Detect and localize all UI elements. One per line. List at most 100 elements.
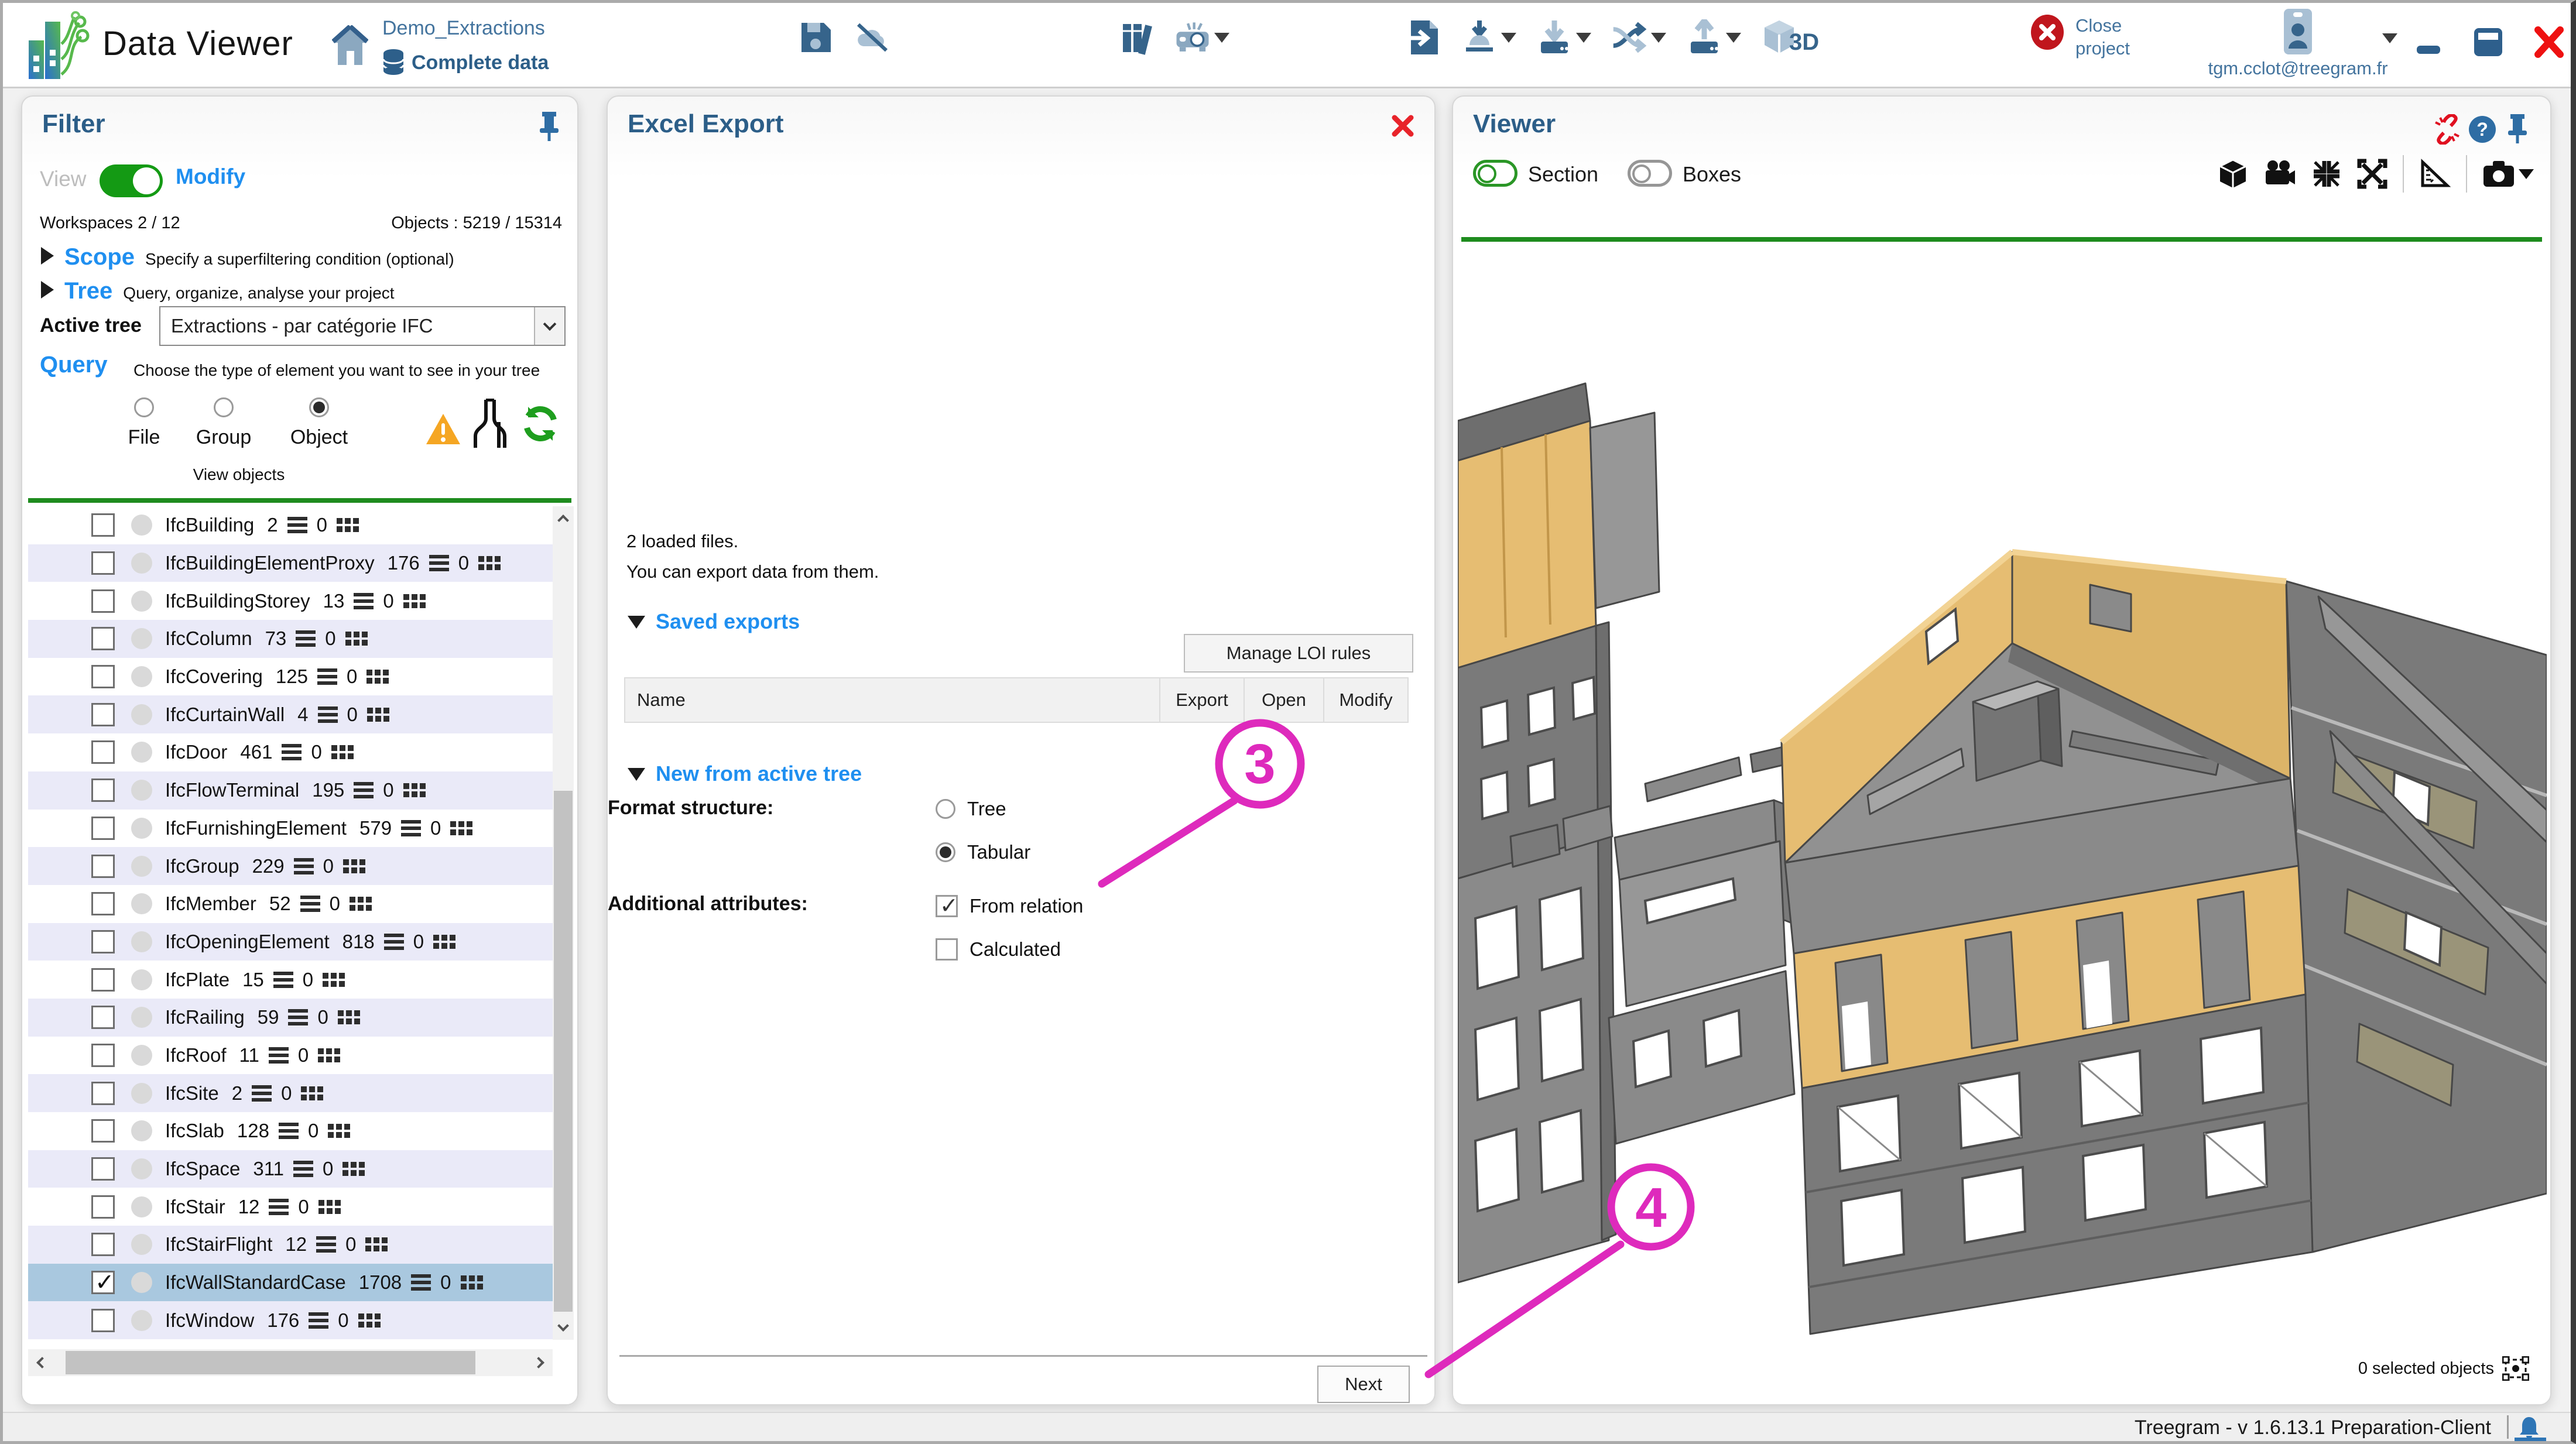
tree-item-row[interactable]: IfcWindow 176 0 — [28, 1301, 553, 1339]
grid-details-icon[interactable] — [338, 1010, 344, 1016]
tree-link[interactable]: Tree — [64, 278, 112, 304]
list-details-icon[interactable] — [317, 668, 337, 685]
active-tree-select[interactable]: Extractions - par catégorie IFC — [159, 306, 566, 346]
from-relation-option[interactable]: From relation — [936, 895, 1083, 917]
radio-object[interactable]: Object — [287, 397, 351, 449]
saved-exports-section[interactable]: Saved exports — [628, 609, 800, 634]
tree-item-checkbox[interactable] — [91, 778, 115, 802]
grid-details-icon[interactable] — [343, 859, 349, 865]
format-tabular-option[interactable]: Tabular — [936, 841, 1030, 863]
tree-item-row[interactable]: IfcRoof 11 0 — [28, 1037, 553, 1075]
tree-item-checkbox[interactable] — [91, 740, 115, 764]
column-name[interactable]: Name — [625, 678, 1160, 722]
grid-details-icon[interactable] — [433, 935, 439, 941]
collapse-arrow-icon[interactable] — [628, 616, 645, 629]
grid-details-icon[interactable] — [345, 632, 351, 637]
list-details-icon[interactable] — [354, 782, 374, 798]
grid-details-icon[interactable] — [365, 1237, 371, 1243]
scope-link[interactable]: Scope — [64, 244, 135, 270]
tree-item-row[interactable]: IfcStair 12 0 — [28, 1188, 553, 1226]
tree-item-row[interactable]: IfcFurnishingElement 579 0 — [28, 810, 553, 848]
tree-item-checkbox[interactable] — [91, 968, 115, 992]
pin-icon[interactable] — [536, 111, 562, 141]
download-menu[interactable] — [1536, 19, 1591, 56]
list-details-icon[interactable] — [282, 744, 302, 760]
tree-item-checkbox[interactable] — [91, 1157, 115, 1181]
list-details-icon[interactable] — [318, 706, 338, 723]
calculated-checkbox[interactable] — [936, 938, 958, 961]
manage-loi-rules-button[interactable]: Manage LOI rules — [1184, 634, 1413, 673]
from-relation-checkbox[interactable] — [936, 895, 958, 917]
tree-item-checkbox[interactable] — [91, 1309, 115, 1332]
projector-menu[interactable] — [1174, 19, 1229, 56]
list-details-icon[interactable] — [279, 1123, 299, 1139]
new-from-tree-link[interactable]: New from active tree — [656, 762, 862, 786]
grid-details-icon[interactable] — [331, 745, 337, 751]
tree-item-checkbox[interactable] — [91, 551, 115, 575]
vertical-scrollbar[interactable] — [553, 506, 574, 1340]
refresh-icon[interactable] — [521, 404, 560, 443]
home-icon[interactable] — [332, 25, 368, 66]
tree-item-checkbox[interactable] — [91, 817, 115, 840]
tree-item-row[interactable]: IfcPlate 15 0 — [28, 961, 553, 999]
list-details-icon[interactable] — [300, 896, 320, 912]
radio-group[interactable]: Group — [194, 397, 253, 449]
3d-model-view[interactable] — [1458, 245, 2547, 1375]
unlink-icon[interactable] — [2432, 114, 2462, 145]
list-details-icon[interactable] — [411, 1274, 431, 1291]
tree-item-checkbox[interactable] — [91, 513, 115, 537]
horizontal-scrollbar[interactable] — [28, 1349, 553, 1376]
tree-item-row[interactable]: IfcSpace 311 0 — [28, 1150, 553, 1188]
tree-item-checkbox[interactable] — [91, 589, 115, 613]
tabular-format-radio-icon[interactable] — [936, 842, 955, 862]
tree-item-row[interactable]: IfcBuilding 2 0 — [28, 506, 553, 544]
transfer-menu[interactable] — [1611, 19, 1666, 56]
cube-view-icon[interactable] — [2218, 159, 2248, 189]
grid-details-icon[interactable] — [367, 708, 373, 714]
new-from-tree-section[interactable]: New from active tree — [628, 762, 862, 786]
tree-item-checkbox[interactable] — [91, 627, 115, 650]
tree-item-checkbox[interactable] — [91, 1082, 115, 1105]
list-details-icon[interactable] — [294, 858, 314, 874]
tree-item-row[interactable]: IfcCovering 125 0 — [28, 658, 553, 696]
save-icon[interactable] — [798, 19, 834, 56]
list-details-icon[interactable] — [293, 1161, 313, 1177]
grid-details-icon[interactable] — [358, 1313, 364, 1319]
calculated-option[interactable]: Calculated — [936, 938, 1061, 961]
boxes-toggle[interactable] — [1628, 160, 1672, 187]
tree-item-row[interactable]: IfcBuildingStorey 13 0 — [28, 582, 553, 620]
tree-item-checkbox[interactable] — [91, 1271, 115, 1294]
export-3d-button[interactable]: 3D — [1761, 19, 1819, 56]
user-menu-chevron-icon[interactable] — [2382, 33, 2397, 43]
grid-details-icon[interactable] — [403, 594, 409, 600]
tree-item-checkbox[interactable] — [91, 855, 115, 878]
grid-details-icon[interactable] — [301, 1086, 307, 1092]
grid-details-icon[interactable] — [450, 821, 456, 827]
tree-item-row[interactable]: IfcSlab 128 0 — [28, 1112, 553, 1150]
tree-item-row[interactable]: IfcRailing 59 0 — [28, 999, 553, 1037]
grid-details-icon[interactable] — [461, 1275, 467, 1281]
select-chevron[interactable] — [534, 307, 564, 345]
list-details-icon[interactable] — [269, 1047, 289, 1064]
tree-item-row[interactable]: IfcMember 52 0 — [28, 885, 553, 923]
saved-exports-link[interactable]: Saved exports — [656, 609, 800, 634]
tree-item-row[interactable]: IfcOpeningElement 818 0 — [28, 923, 553, 961]
measure-icon[interactable] — [2419, 159, 2451, 189]
collapse-arrow-icon[interactable] — [628, 768, 645, 781]
grid-details-icon[interactable] — [337, 518, 342, 524]
tree-item-checkbox[interactable] — [91, 665, 115, 688]
grid-details-icon[interactable] — [350, 897, 355, 903]
tree-item-checkbox[interactable] — [91, 1006, 115, 1029]
list-details-icon[interactable] — [273, 972, 293, 988]
scrollbar-thumb[interactable] — [66, 1351, 475, 1374]
notifications-bell-icon[interactable] — [2517, 1415, 2541, 1440]
tree-item-checkbox[interactable] — [91, 1195, 115, 1219]
list-details-icon[interactable] — [287, 517, 307, 533]
camera-path-icon[interactable] — [2263, 159, 2296, 189]
selection-box-icon[interactable] — [2502, 1356, 2529, 1381]
group-radio-icon[interactable] — [214, 397, 234, 417]
tree-item-row[interactable]: IfcDoor 461 0 — [28, 733, 553, 771]
breadcrumb-project[interactable]: Demo_Extractions — [382, 17, 545, 40]
list-details-icon[interactable] — [252, 1085, 272, 1102]
expand-view-icon[interactable] — [2357, 159, 2387, 189]
